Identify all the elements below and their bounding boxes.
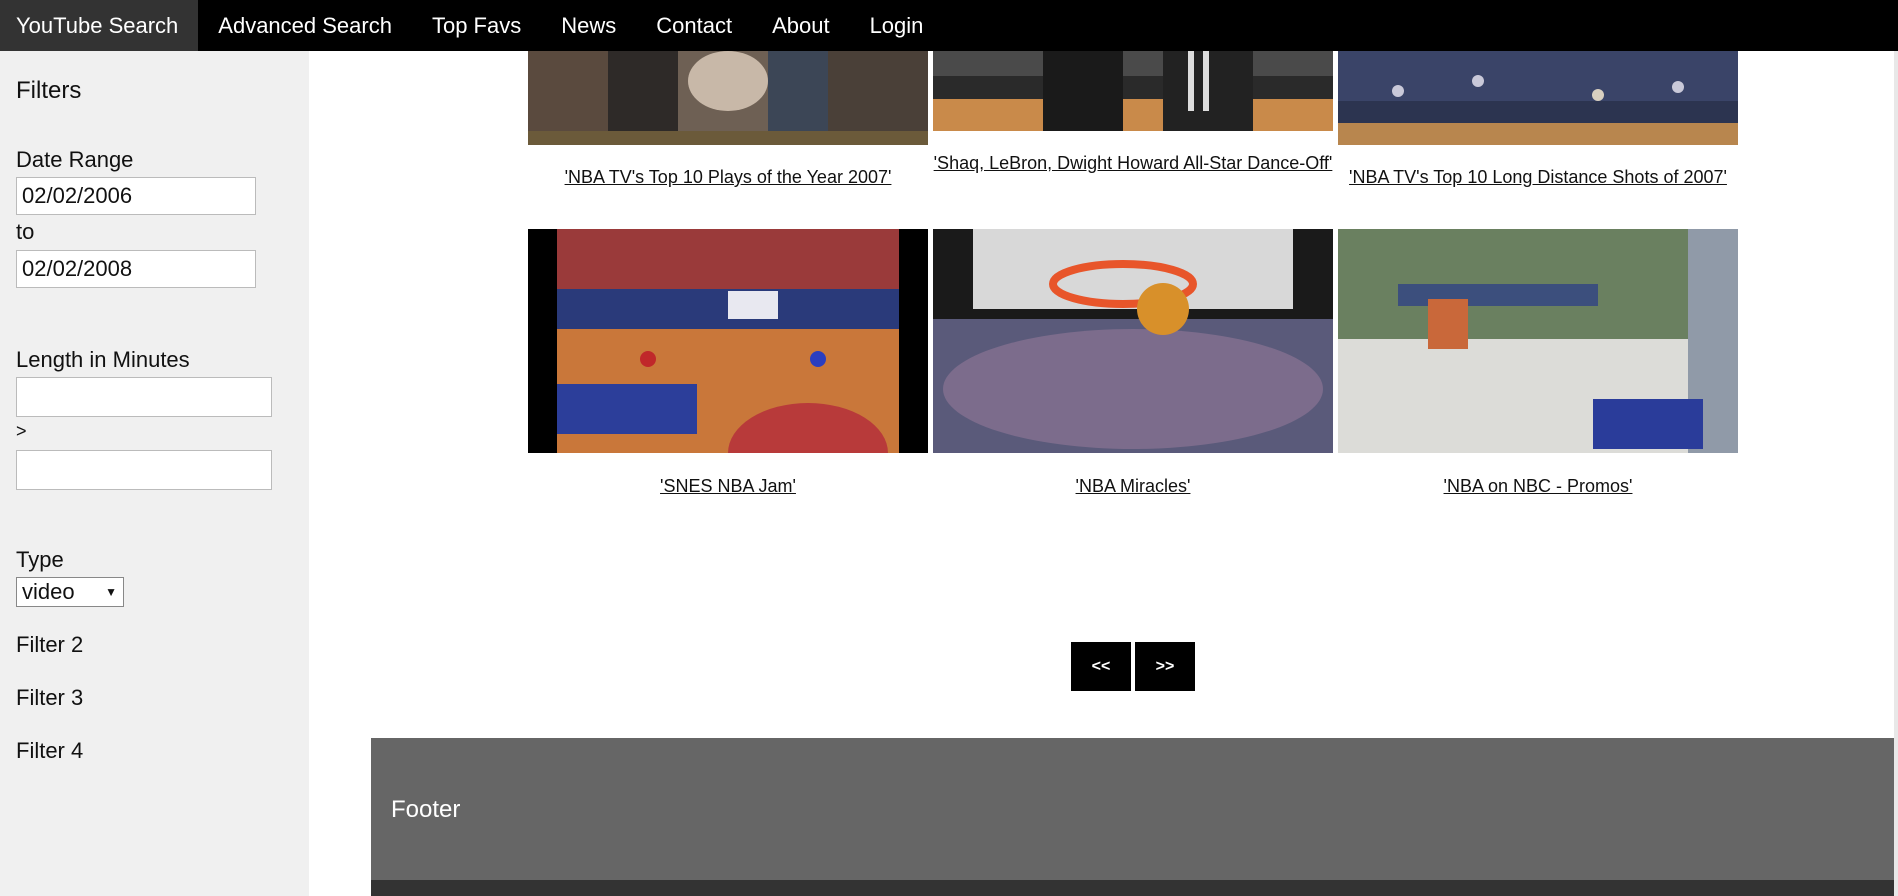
video-thumbnail[interactable] [933, 51, 1333, 131]
page-scrollbar[interactable] [1894, 51, 1898, 896]
video-thumbnail[interactable] [528, 229, 928, 453]
length-separator: > [16, 421, 27, 441]
date-range-label: Date Range [16, 147, 134, 172]
date-to-input[interactable] [16, 250, 256, 288]
nav-youtube-search[interactable]: YouTube Search [0, 0, 199, 51]
footer-text: Footer [391, 796, 461, 823]
video-thumbnail[interactable] [1338, 229, 1738, 453]
video-title-link[interactable]: 'SNES NBA Jam' [528, 472, 928, 500]
nav-advanced-search[interactable]: Advanced Search [198, 0, 412, 51]
filter-2[interactable]: Filter 2 [16, 632, 83, 658]
thumbnail-image [528, 229, 928, 453]
nav-login[interactable]: Login [850, 0, 944, 51]
filters-sidebar: Filters Date Range to Length in Minutes … [0, 51, 309, 896]
video-thumbnail[interactable] [933, 229, 1333, 453]
nav-about[interactable]: About [752, 0, 850, 51]
type-select[interactable]: video ▼ [16, 577, 124, 607]
chevron-down-icon: ▼ [105, 585, 117, 599]
type-select-value: video [22, 579, 75, 604]
filter-3[interactable]: Filter 3 [16, 685, 83, 711]
footer: Footer [371, 738, 1894, 896]
thumbnail-image [1338, 51, 1738, 145]
video-title-link[interactable]: 'NBA Miracles' [933, 472, 1333, 500]
thumbnail-image [528, 51, 928, 145]
video-thumbnail[interactable] [1338, 51, 1738, 145]
type-label: Type [16, 547, 64, 572]
prev-page-button[interactable]: << [1071, 642, 1131, 691]
nav-news[interactable]: News [541, 0, 636, 51]
nav-contact[interactable]: Contact [636, 0, 752, 51]
to-label: to [16, 219, 35, 244]
video-title-link[interactable]: 'NBA TV's Top 10 Long Distance Shots of … [1338, 163, 1738, 191]
video-title-link[interactable]: 'NBA on NBC - Promos' [1338, 472, 1738, 500]
thumbnail-image [1338, 229, 1738, 453]
video-thumbnail[interactable] [528, 51, 928, 145]
top-nav: YouTube Search Advanced Search Top Favs … [0, 0, 1898, 51]
video-title-link[interactable]: 'Shaq, LeBron, Dwight Howard All-Star Da… [933, 149, 1333, 177]
video-title-link[interactable]: 'NBA TV's Top 10 Plays of the Year 2007' [528, 163, 928, 191]
next-page-button[interactable]: >> [1135, 642, 1195, 691]
thumbnail-image [933, 51, 1333, 131]
nav-top-favs[interactable]: Top Favs [412, 0, 541, 51]
length-max-input[interactable] [16, 450, 272, 490]
length-min-input[interactable] [16, 377, 272, 417]
filter-4[interactable]: Filter 4 [16, 738, 83, 764]
thumbnail-image [933, 229, 1333, 453]
filters-title: Filters [16, 77, 82, 104]
date-from-input[interactable] [16, 177, 256, 215]
length-label: Length in Minutes [16, 347, 190, 372]
footer-bottom-bar [371, 880, 1894, 896]
